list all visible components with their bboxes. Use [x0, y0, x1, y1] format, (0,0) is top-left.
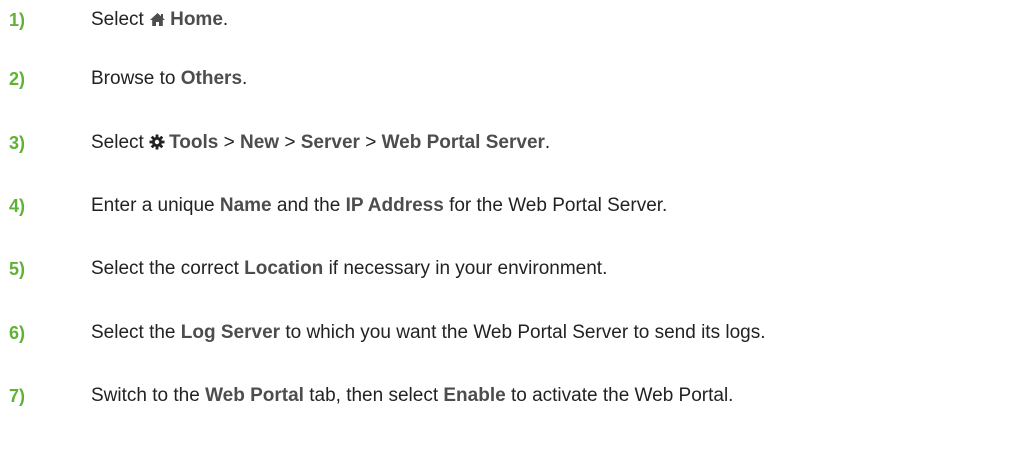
- step-text-segment: to activate the Web Portal.: [505, 385, 734, 406]
- step-text: Select the Log Server to which you want …: [91, 322, 766, 344]
- ui-term: New: [240, 132, 280, 153]
- step-text-segment: .: [544, 132, 551, 153]
- step-text-segment: for the Web Portal Server.: [443, 195, 668, 216]
- step-text-segment: tab, then select: [303, 385, 444, 406]
- step-number: 1): [9, 9, 26, 30]
- step-text: Select Home.: [91, 9, 228, 31]
- step-text-segment: .: [242, 68, 248, 89]
- step-4: 4) Enter a unique Name and the IP Addres…: [0, 193, 1036, 219]
- step-text-segment: and the: [271, 195, 346, 216]
- step-text: Switch to the Web Portal tab, then selec…: [91, 385, 733, 407]
- ui-term: Location: [244, 258, 324, 279]
- step-text-segment: >: [359, 132, 382, 153]
- step-text-segment: >: [218, 132, 241, 153]
- step-6: 6) Select the Log Server to which you wa…: [0, 320, 1036, 346]
- step-text-segment: .: [222, 9, 229, 30]
- step-number: 7): [9, 385, 26, 406]
- step-number: 6): [9, 322, 26, 343]
- step-text-segment: Select: [91, 132, 150, 153]
- step-text: Browse to Others.: [91, 68, 247, 90]
- step-number: 3): [9, 132, 26, 153]
- step-text-segment: if necessary in your environment.: [323, 258, 608, 279]
- step-text-segment: >: [279, 132, 301, 153]
- step-text-segment: Select: [91, 9, 150, 30]
- step-text-segment: Enter a unique: [91, 195, 220, 216]
- ui-term: Tools: [169, 132, 219, 153]
- step-7: 7) Switch to the Web Portal tab, then se…: [0, 383, 1036, 409]
- ui-term: Enable: [443, 385, 506, 406]
- step-number: 5): [9, 258, 26, 279]
- ui-term: Server: [300, 132, 360, 153]
- step-number: 4): [9, 195, 26, 216]
- step-text: Select Tools > New > Server > Web Portal…: [91, 132, 550, 154]
- gear-icon: [149, 134, 165, 150]
- step-text-segment: to which you want the Web Portal Server …: [280, 322, 766, 343]
- ui-term: Web Portal Server: [381, 132, 545, 153]
- step-number: 2): [9, 68, 26, 89]
- ui-term: IP Address: [345, 195, 444, 216]
- ui-term: Others: [180, 68, 243, 89]
- home-icon: [149, 12, 166, 27]
- step-3: 3) Select Tools > New > Server > Web Por…: [0, 130, 1036, 156]
- ui-term: Name: [219, 195, 272, 216]
- ui-term: Home: [170, 9, 223, 30]
- step-text-segment: Browse to: [91, 68, 181, 89]
- step-text-segment: Select the: [91, 322, 181, 343]
- step-1: 1) Select Home.: [0, 7, 1036, 33]
- step-text-segment: Switch to the: [91, 385, 206, 406]
- ui-term: Log Server: [180, 322, 281, 343]
- step-text-segment: Select the correct: [91, 258, 245, 279]
- ui-term: Web Portal: [205, 385, 304, 406]
- step-2: 2) Browse to Others.: [0, 66, 1036, 92]
- step-5: 5) Select the correct Location if necess…: [0, 256, 1036, 282]
- step-text: Enter a unique Name and the IP Address f…: [91, 195, 667, 217]
- step-text: Select the correct Location if necessary…: [91, 258, 607, 280]
